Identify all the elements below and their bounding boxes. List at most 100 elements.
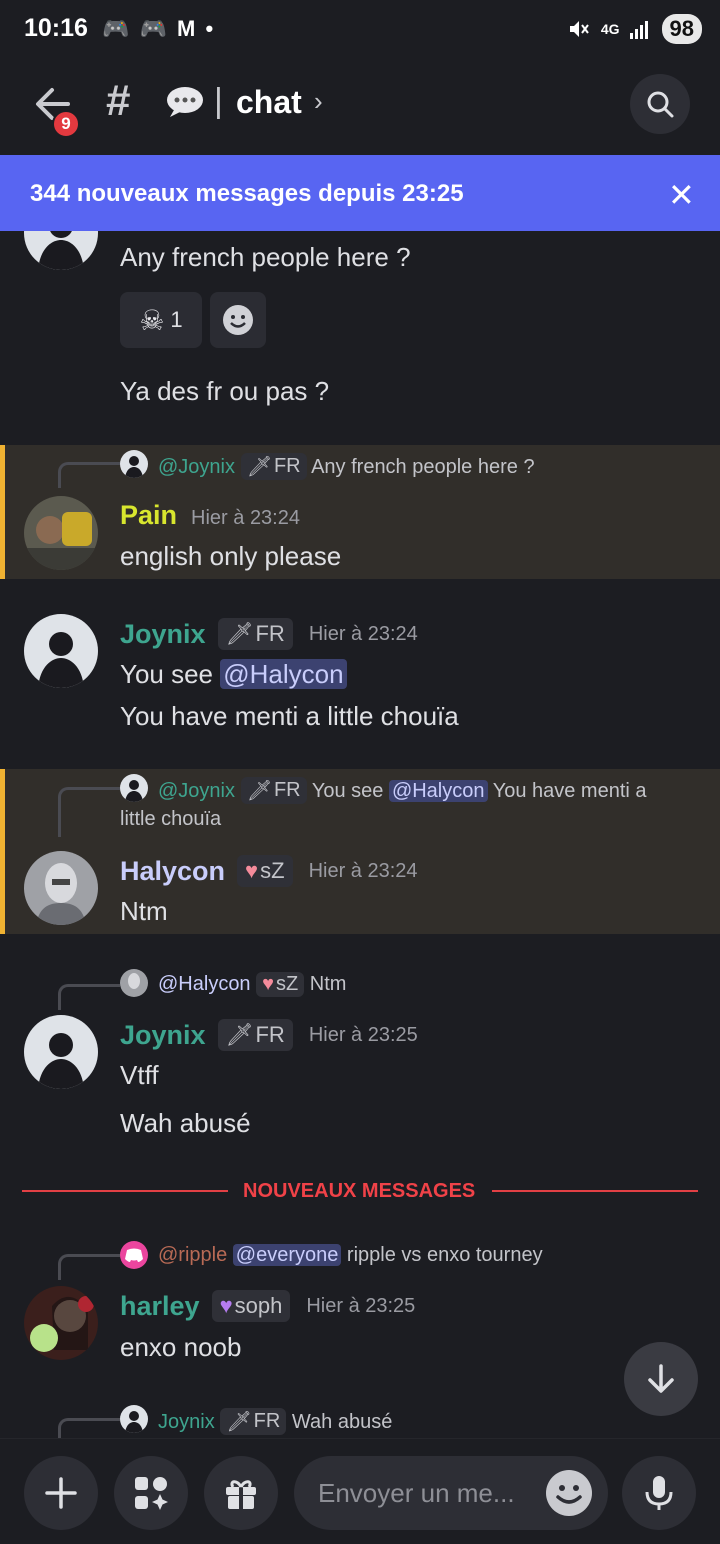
search-icon (647, 91, 674, 118)
message-header: Pain Hier à 23:24 (120, 500, 300, 531)
message-text-part: You see (120, 659, 221, 689)
role-tag: ♥ sZ (237, 855, 293, 887)
reply-text-wrap: little chouïa (120, 808, 222, 830)
hash-icon: # (106, 76, 131, 125)
reply-preview[interactable]: Joynix 🗡 FR Wah abusé (158, 1408, 392, 1435)
message-text: english only please (120, 541, 342, 571)
voice-message-button[interactable] (622, 1456, 696, 1530)
reply-preview[interactable]: @ripple @everyone ripple vs enxo tourney (158, 1244, 543, 1267)
reply-avatar (120, 450, 148, 478)
jump-to-bottom-button[interactable] (624, 1342, 698, 1416)
message-input-placeholder[interactable]: Envoyer un me... (318, 1478, 515, 1509)
reply-connector (58, 787, 120, 837)
role-tag: 🗡 FR (217, 618, 293, 650)
sword-icon: 🗡 (225, 621, 254, 646)
message-header: Halycon ♥ sZ Hier à 23:24 (120, 855, 418, 887)
network-type: 4G (600, 21, 620, 37)
reply-text: ripple vs enxo tourney (341, 1244, 543, 1266)
role-tag: 🗡 FR (240, 453, 307, 480)
role-tag: 🗡 FR (217, 1019, 293, 1051)
reply-text: Any french people here ? (311, 456, 535, 478)
username[interactable]: Joynix (120, 619, 206, 650)
role-tag-label: soph (234, 1293, 283, 1318)
plus-icon (45, 1477, 77, 1509)
channel-separator: | (214, 82, 223, 120)
apps-icon (135, 1477, 168, 1510)
reply-text: You see (311, 780, 389, 802)
new-messages-divider-left (22, 1190, 228, 1192)
highlight-bar (0, 769, 5, 934)
chevron-right-icon[interactable]: › (314, 86, 323, 117)
close-icon[interactable]: ✕ (668, 176, 695, 214)
timestamp: Hier à 23:25 (308, 1023, 418, 1046)
role-tag-label: FR (255, 621, 285, 646)
avatar[interactable] (24, 614, 98, 688)
avatar[interactable] (24, 851, 98, 925)
channel-name[interactable]: chat (236, 84, 302, 121)
role-tag-label: FR (273, 455, 301, 477)
new-messages-banner-text[interactable]: 344 nouveaux messages depuis 23:25 (30, 180, 464, 208)
reply-username: @Joynix (158, 456, 235, 478)
reply-preview[interactable]: @Joynix 🗡 FR You see @Halycon You have me… (158, 777, 647, 804)
avatar[interactable] (24, 1015, 98, 1089)
reply-avatar (120, 1405, 148, 1433)
status-right: 4G 98 (567, 14, 702, 44)
heart-icon: ♥ (245, 858, 259, 883)
everyone-mention: @everyone (232, 1244, 342, 1266)
role-tag: 🗡 FR (240, 777, 307, 804)
role-tag-label: FR (255, 1022, 285, 1047)
sword-icon: 🗡 (226, 1411, 252, 1433)
reply-username: @Halycon (158, 973, 251, 995)
notification-icons: 🎮 🎮 M • (102, 16, 216, 41)
message-text: Vtff (120, 1060, 159, 1090)
mute-icon (569, 21, 589, 37)
user-mention[interactable]: @Halycon (220, 659, 347, 689)
emoji-button[interactable] (546, 1470, 592, 1516)
apps-button[interactable] (114, 1456, 188, 1530)
arrow-down-icon (648, 1364, 674, 1393)
reply-connector (58, 1418, 120, 1438)
message-text: You see @Halycon (120, 659, 347, 690)
search-button[interactable] (630, 74, 690, 134)
user-mention: @Halycon (388, 780, 488, 802)
avatar[interactable] (24, 496, 98, 570)
add-reaction-button[interactable] (210, 292, 266, 348)
new-messages-label: NOUVEAUX MESSAGES (243, 1180, 476, 1202)
avatar[interactable] (24, 1286, 98, 1360)
gift-button[interactable] (204, 1456, 278, 1530)
microphone-icon (645, 1476, 673, 1510)
role-tag: 🗡 FR (220, 1408, 287, 1435)
sword-icon: 🗡 (246, 456, 272, 478)
new-messages-divider-right (492, 1190, 698, 1192)
add-attachment-button[interactable] (24, 1456, 98, 1530)
username[interactable]: Joynix (120, 1020, 206, 1051)
discord-icon (120, 1241, 148, 1269)
reaction-skull[interactable]: ☠ 1 (120, 292, 202, 348)
reply-preview[interactable]: @Halycon ♥ sZ Ntm (158, 972, 346, 997)
role-tag-label: FR (273, 779, 301, 801)
status-bar: 10:16 🎮 🎮 M • 4G 98 (0, 0, 720, 60)
heart-icon: ♥ (262, 973, 274, 995)
reply-preview[interactable]: @Joynix 🗡 FR Any french people here ? (158, 453, 535, 480)
username[interactable]: Pain (120, 500, 177, 531)
message-text: You have menti a little chouïa (120, 701, 459, 731)
skull-crossbones-icon: ☠ (139, 304, 165, 336)
username[interactable]: Halycon (120, 856, 225, 887)
reply-text: Wah abusé (291, 1411, 393, 1433)
message-header: Joynix 🗡 FR Hier à 23:25 (120, 1019, 418, 1051)
username[interactable]: harley (120, 1291, 200, 1322)
role-tag-label: sZ (260, 858, 285, 883)
smiley-icon (556, 1485, 582, 1504)
timestamp: Hier à 23:24 (191, 507, 300, 529)
timestamp: Hier à 23:25 (306, 1294, 416, 1317)
message-text: Any french people here ? (120, 242, 411, 272)
role-tag-label: sZ (276, 973, 299, 995)
message-text: Wah abusé (120, 1108, 251, 1138)
unread-badge: 9 (52, 110, 80, 138)
reply-connector (58, 1254, 120, 1280)
highlight-bar (0, 445, 5, 579)
reply-connector (58, 462, 120, 488)
message-header: harley ♥ soph Hier à 23:25 (120, 1290, 415, 1322)
message-text: Ntm (120, 896, 168, 926)
signal-icon (629, 21, 648, 39)
